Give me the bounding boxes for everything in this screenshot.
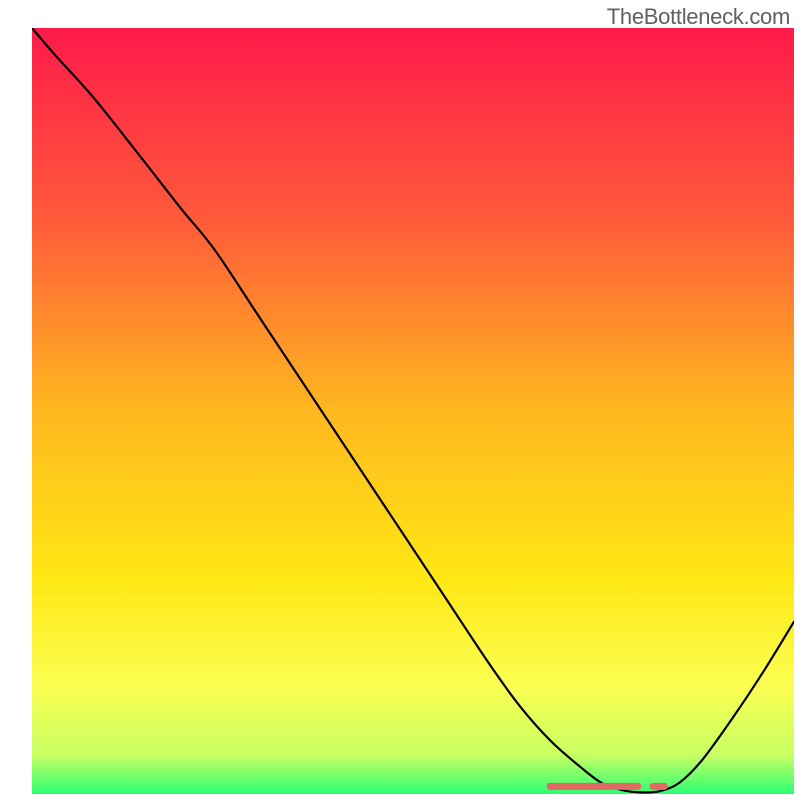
- chart-container: TheBottleneck.com: [0, 0, 800, 800]
- plot-background: [32, 28, 794, 794]
- bottleneck-chart: [0, 0, 800, 800]
- watermark-text: TheBottleneck.com: [607, 4, 790, 30]
